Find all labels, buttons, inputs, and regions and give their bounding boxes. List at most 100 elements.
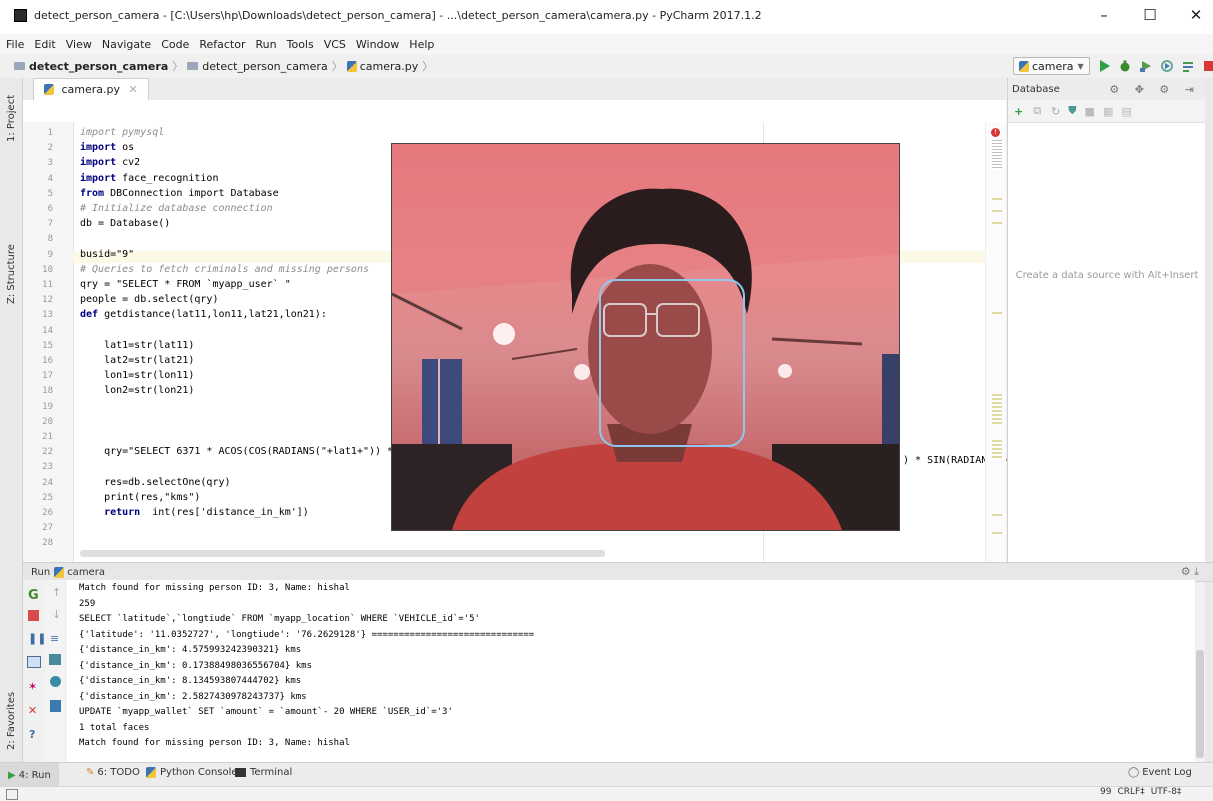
code-line: qry = "SELECT * FROM `myapp_user` ": [80, 279, 291, 290]
code-line: people = db.select(qry): [80, 294, 219, 306]
print-icon[interactable]: [50, 676, 61, 687]
line-number: 3: [47, 158, 53, 169]
line-number: 13: [42, 310, 53, 321]
horizontal-scrollbar[interactable]: [80, 550, 605, 557]
menu-tools[interactable]: Tools: [287, 38, 314, 51]
event-log-icon: ◯: [1128, 767, 1140, 778]
menu-help[interactable]: Help: [409, 38, 434, 51]
marker[interactable]: [992, 198, 1002, 200]
copy-icon[interactable]: ⧉: [1033, 104, 1041, 118]
breadcrumb-file[interactable]: camera.py: [360, 60, 419, 73]
breadcrumb-project[interactable]: detect_person_camera: [29, 60, 168, 73]
help-icon[interactable]: ?: [29, 728, 35, 741]
chevron-down-icon: ▼: [1077, 61, 1084, 71]
menu-vcs[interactable]: VCS: [324, 38, 346, 51]
line-number: 22: [42, 447, 53, 458]
code-line: db = Database(): [80, 218, 171, 230]
marker[interactable]: [992, 210, 1002, 212]
marker[interactable]: [992, 312, 1002, 314]
status-line-separator[interactable]: CRLF‡: [1117, 787, 1144, 797]
sync-icon[interactable]: ⛊: [1068, 104, 1076, 118]
run-console-output[interactable]: Match found for missing person ID: 3, Na…: [67, 580, 1195, 762]
line-number: 28: [42, 538, 53, 549]
pin-icon[interactable]: ✶: [28, 680, 37, 693]
marker-block[interactable]: [992, 394, 1002, 424]
python-file-icon: [346, 60, 357, 72]
event-log-button[interactable]: ◯ Event Log: [1128, 767, 1192, 778]
toggle-tool-windows-icon[interactable]: [6, 789, 18, 800]
line-number: 4: [47, 173, 53, 184]
console-icon[interactable]: ▤: [1121, 105, 1131, 118]
status-position[interactable]: 99: [1100, 787, 1111, 797]
rerun-icon[interactable]: G: [28, 588, 39, 603]
tab-run[interactable]: ▶ 4: Run: [0, 763, 59, 787]
menu-view[interactable]: View: [66, 38, 92, 51]
marker[interactable]: [992, 222, 1002, 224]
menu-file[interactable]: File: [6, 38, 24, 51]
run-panel-settings-icon[interactable]: ⚙ ⤓: [1181, 565, 1199, 579]
down-arrow-icon[interactable]: ↓: [52, 608, 61, 621]
pause-icon[interactable]: ❚❚: [28, 632, 46, 645]
breadcrumb-folder[interactable]: detect_person_camera: [202, 60, 327, 73]
line-number: 24: [42, 477, 53, 488]
line-number: 16: [42, 356, 53, 366]
line-number: 19: [42, 401, 53, 412]
profile-icon[interactable]: [1160, 59, 1174, 73]
close-run-icon[interactable]: ✕: [28, 704, 37, 717]
panel-settings-icons[interactable]: ⚙ ✥ ⚙ ⇥: [1109, 83, 1200, 96]
stop-icon[interactable]: [28, 610, 39, 621]
close-button[interactable]: ✕: [1179, 4, 1213, 26]
run-icon[interactable]: [1097, 59, 1111, 73]
run-config-dropdown[interactable]: camera ▼: [1013, 57, 1090, 75]
coverage-icon[interactable]: [1139, 59, 1153, 73]
code-line: return int(res['distance_in_km']): [80, 507, 309, 518]
keyword: import: [80, 142, 117, 154]
structure-tool-tab[interactable]: Z: Structure: [6, 244, 17, 304]
stop-square-icon[interactable]: ■: [1085, 105, 1095, 118]
run-panel-config[interactable]: camera: [67, 567, 105, 578]
code-text: os: [116, 142, 135, 154]
console-line: {'latitude': '11.0352727', 'longtiude': …: [79, 629, 535, 640]
maximize-button[interactable]: ☐: [1133, 4, 1167, 26]
tab-camera-py[interactable]: camera.py ✕: [33, 78, 149, 101]
minimize-button[interactable]: –: [1087, 4, 1121, 26]
trash-icon[interactable]: [50, 700, 61, 712]
tab-python-console[interactable]: Python Console: [146, 767, 238, 778]
add-datasource-icon[interactable]: +: [1014, 105, 1023, 118]
tab-terminal[interactable]: Terminal: [235, 767, 292, 778]
marker[interactable]: [992, 532, 1002, 534]
marker[interactable]: [992, 514, 1002, 516]
code-text: cv2: [116, 157, 141, 169]
menu-edit[interactable]: Edit: [34, 38, 55, 51]
line-number: 5: [47, 188, 53, 199]
soft-wrap-icon[interactable]: ≡: [50, 632, 59, 645]
project-tool-tab[interactable]: 1: Project: [6, 95, 17, 142]
menu-navigate[interactable]: Navigate: [102, 38, 151, 51]
console-scrollbar[interactable]: [1196, 650, 1204, 758]
tab-terminal-label: Terminal: [250, 767, 293, 778]
menu-run[interactable]: Run: [256, 38, 277, 51]
marker-block[interactable]: [992, 440, 1002, 460]
menu-window[interactable]: Window: [356, 38, 399, 51]
concurrency-icon[interactable]: [1181, 59, 1195, 73]
tab-todo[interactable]: ✎ 6: TODO: [86, 767, 140, 778]
error-icon[interactable]: !: [991, 128, 1000, 137]
editor-tab-bar: camera.py ✕: [23, 78, 1006, 101]
marker-block[interactable]: [992, 140, 1002, 170]
scroll-to-end-icon[interactable]: [49, 654, 61, 665]
status-encoding[interactable]: UTF-8‡: [1151, 787, 1182, 797]
line-number: 12: [42, 295, 53, 306]
stop-icon[interactable]: [1202, 59, 1213, 73]
breadcrumb-separator: 〉: [331, 60, 343, 73]
menu-code[interactable]: Code: [161, 38, 189, 51]
layout-icon[interactable]: [27, 656, 41, 668]
debug-icon[interactable]: [1118, 59, 1132, 73]
refresh-icon[interactable]: ↻: [1051, 105, 1060, 118]
table-icon[interactable]: ▦: [1103, 105, 1113, 118]
close-tab-icon[interactable]: ✕: [129, 83, 138, 96]
favorites-tool-tab[interactable]: 2: Favorites: [6, 692, 17, 750]
menu-refactor[interactable]: Refactor: [199, 38, 245, 51]
up-arrow-icon[interactable]: ↑: [52, 586, 61, 599]
database-toolbar: + ⧉ ↻ ⛊ ■ ▦ ▤: [1008, 100, 1206, 123]
code-text: DBConnection import Database: [104, 187, 279, 199]
